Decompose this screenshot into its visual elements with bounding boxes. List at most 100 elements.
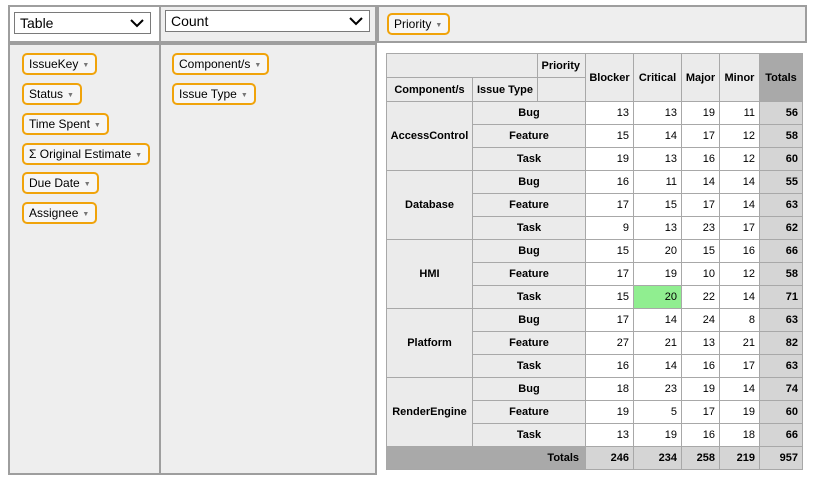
value-cell: 14 xyxy=(681,170,720,194)
value-cell: 13 xyxy=(633,147,682,171)
row-attr-pill-issue-type[interactable]: Issue Type ▼ xyxy=(172,83,256,105)
value-cell: 15 xyxy=(585,239,634,263)
issue-type-label: Feature xyxy=(472,400,586,424)
value-cell: 16 xyxy=(681,147,720,171)
table-row: Database Bug 16 11 14 14 55 xyxy=(386,170,803,240)
value-cell: 23 xyxy=(633,377,682,401)
value-cell: 13 xyxy=(585,101,634,125)
component-label: Database xyxy=(386,170,473,240)
issue-type-label: Task xyxy=(472,423,586,447)
col-attr-pill-priority[interactable]: Priority ▼ xyxy=(387,13,451,35)
renderer-select[interactable]: Table xyxy=(14,12,151,34)
unused-attributes-area[interactable] xyxy=(8,43,161,475)
issue-type-label: Task xyxy=(472,147,586,171)
value-cell: 15 xyxy=(585,124,634,148)
value-cell: 13 xyxy=(585,423,634,447)
value-cell: 17 xyxy=(585,262,634,286)
component-label: Platform xyxy=(386,308,473,378)
value-cell: 27 xyxy=(585,331,634,355)
attr-pill-original-estimate[interactable]: Σ Original Estimate ▼ xyxy=(22,143,151,165)
value-cell: 14 xyxy=(719,193,760,217)
value-cell: 19 xyxy=(633,423,682,447)
value-cell: 20 xyxy=(633,285,682,309)
value-cell: 13 xyxy=(633,101,682,125)
totals-row: Totals 246 234 258 219 957 xyxy=(386,446,803,470)
value-cell: 24 xyxy=(681,308,720,332)
row-total-cell: 63 xyxy=(759,354,803,378)
attr-pill-issuekey[interactable]: IssueKey ▼ xyxy=(22,53,98,75)
aggregator-select[interactable]: Count xyxy=(165,10,370,32)
value-cell: 16 xyxy=(585,354,634,378)
aggregator-select-value: Count xyxy=(171,13,209,29)
issue-type-label: Bug xyxy=(472,239,586,263)
row-total-cell: 62 xyxy=(759,216,803,240)
value-cell: 14 xyxy=(633,308,682,332)
value-cell: 12 xyxy=(719,124,760,148)
row-total-cell: 60 xyxy=(759,147,803,171)
row-total-cell: 74 xyxy=(759,377,803,401)
attr-pill-due-date[interactable]: Due Date ▼ xyxy=(22,172,99,194)
value-cell: 16 xyxy=(681,354,720,378)
attr-pill-assignee[interactable]: Assignee ▼ xyxy=(22,202,98,224)
row-total-cell: 56 xyxy=(759,101,803,125)
pill-label: Σ Original Estimate xyxy=(29,147,132,161)
col-header: Blocker xyxy=(585,53,634,102)
table-row: RenderEngine Bug 18 23 19 14 74 xyxy=(386,377,803,447)
chevron-down-icon xyxy=(130,19,144,28)
grand-total-cell: 957 xyxy=(759,446,803,470)
row-total-cell: 82 xyxy=(759,331,803,355)
totals-row-label: Totals xyxy=(386,446,586,470)
value-cell: 19 xyxy=(633,262,682,286)
row-total-cell: 66 xyxy=(759,239,803,263)
row-attr-pill-components[interactable]: Component/s ▼ xyxy=(172,53,270,75)
issue-type-label: Task xyxy=(472,354,586,378)
row-total-cell: 60 xyxy=(759,400,803,424)
issue-type-label: Task xyxy=(472,216,586,240)
value-cell: 15 xyxy=(681,239,720,263)
row-total-cell: 63 xyxy=(759,308,803,332)
value-cell: 22 xyxy=(681,285,720,309)
header-row: Priority Blocker Critical Major Minor Totals xyxy=(386,53,803,102)
issue-type-label: Bug xyxy=(472,377,586,401)
triangle-down-icon: ▼ xyxy=(240,92,248,99)
value-cell: 17 xyxy=(681,400,720,424)
value-cell: 17 xyxy=(719,216,760,240)
row-attr-label: Issue Type xyxy=(472,77,538,102)
table-row: AccessControl Bug 13 13 19 11 56 xyxy=(386,101,803,171)
component-label: RenderEngine xyxy=(386,377,473,447)
pill-label: Priority xyxy=(394,17,432,31)
pill-label: Assignee xyxy=(29,206,79,220)
pill-label: IssueKey xyxy=(29,57,79,71)
value-cell: 17 xyxy=(681,124,720,148)
col-total-cell: 219 xyxy=(719,446,760,470)
pill-label: Issue Type xyxy=(179,87,237,101)
value-cell: 9 xyxy=(585,216,634,240)
row-attributes-area[interactable] xyxy=(159,43,377,475)
col-attr-label: Priority xyxy=(537,53,586,78)
triangle-down-icon: ▼ xyxy=(82,211,90,218)
pivot-table: Priority Blocker Critical Major Minor Totals C… xyxy=(386,53,803,470)
attr-pill-time-spent[interactable]: Time Spent ▼ xyxy=(22,113,109,135)
col-header: Critical xyxy=(633,53,682,102)
value-cell: 23 xyxy=(681,216,720,240)
value-cell: 18 xyxy=(719,423,760,447)
pill-label: Component/s xyxy=(179,57,251,71)
component-label: HMI xyxy=(386,239,473,309)
row-total-cell: 58 xyxy=(759,262,803,286)
value-cell: 16 xyxy=(681,423,720,447)
value-cell: 17 xyxy=(585,308,634,332)
value-cell: 11 xyxy=(719,101,760,125)
triangle-down-icon: ▼ xyxy=(135,152,143,159)
value-cell: 14 xyxy=(719,377,760,401)
issue-type-label: Task xyxy=(472,285,586,309)
value-cell: 15 xyxy=(633,193,682,217)
pill-label: Time Spent xyxy=(29,117,90,131)
triangle-down-icon: ▼ xyxy=(67,92,74,99)
attr-pill-status[interactable]: Status ▼ xyxy=(22,83,82,105)
value-cell: 17 xyxy=(585,193,634,217)
col-total-cell: 258 xyxy=(681,446,720,470)
issue-type-label: Feature xyxy=(472,262,586,286)
value-cell: 19 xyxy=(585,400,634,424)
issue-type-label: Bug xyxy=(472,101,586,125)
renderer-select-value: Table xyxy=(20,15,54,31)
